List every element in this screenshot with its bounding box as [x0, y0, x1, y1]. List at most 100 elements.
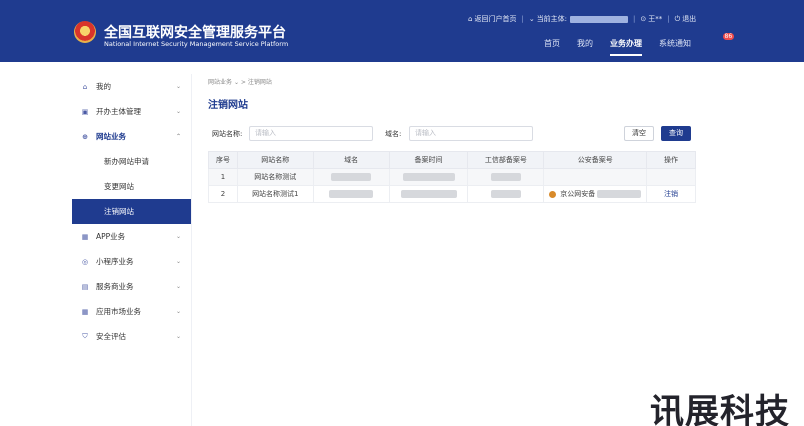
column-header: 网站名称: [236, 151, 314, 169]
sidebar-item-label: 安全评估: [96, 332, 126, 341]
record-time-cell: [388, 185, 469, 203]
nav-mine[interactable]: 我的: [577, 38, 593, 50]
column-header: 序号: [208, 151, 238, 169]
sidebar-subitem-new-website[interactable]: 新办网站申请: [72, 149, 191, 174]
police-record-cell: [543, 168, 648, 186]
domain-label: 域名:: [385, 130, 402, 138]
logout-link[interactable]: 退出: [682, 14, 696, 24]
chevron-down-icon: ⌄: [175, 308, 181, 315]
table-row: 1 网站名称测试: [208, 168, 696, 186]
table-header-row: 序号 网站名称 域名 备案时间 工信部备案号 公安备案号 操作: [208, 151, 696, 169]
main-nav: 首页 我的 业务办理 系统通知 86: [544, 33, 756, 56]
chevron-down-icon: ⌄: [175, 258, 181, 265]
masked-value: [490, 173, 521, 181]
masked-subject-value: [570, 15, 629, 23]
site-name-input[interactable]: [249, 126, 373, 141]
miniprogram-icon: ◎: [81, 257, 89, 266]
domain-cell: [312, 185, 390, 203]
top-header: 全国互联网安全管理服务平台 National Internet Security…: [0, 0, 804, 62]
chevron-down-icon: ⌄: [175, 83, 181, 90]
cancel-link[interactable]: 注销: [664, 190, 678, 198]
sidebar-item-appmarket-business[interactable]: ▦ 应用市场业务 ⌄: [72, 299, 191, 324]
sidebar-subitem-change-website[interactable]: 变更网站: [72, 174, 191, 199]
nav-home[interactable]: 首页: [544, 38, 560, 50]
website-table: 序号 网站名称 域名 备案时间 工信部备案号 公安备案号 操作 1 网站名称测试…: [208, 151, 696, 203]
column-header: 域名: [312, 151, 390, 169]
column-header: 公安备案号: [543, 151, 648, 169]
site-name-cell: 网站名称测试1: [236, 185, 314, 203]
police-record-cell: 京公网安备: [543, 185, 648, 203]
sidebar-item-label: 我的: [96, 82, 111, 91]
service-icon: ▤: [81, 282, 89, 291]
masked-value: [329, 190, 374, 198]
row-number: 1: [208, 168, 238, 186]
police-record-prefix: 京公网安备: [560, 190, 596, 198]
nav-notifications[interactable]: 系统通知 86: [659, 33, 739, 50]
sidebar-subitem-cancel-website[interactable]: 注销网站: [72, 199, 191, 224]
home-icon: ⌂: [468, 15, 473, 23]
domain-cell: [312, 168, 390, 186]
user-icon: ⊙: [640, 15, 647, 23]
nav-business[interactable]: 业务办理: [610, 38, 642, 56]
sidebar: ⌂ 我的 ⌄ ▣ 开办主体管理 ⌄ ⊕ 网站业务 ⌃ 新办网站申请 变更网站 注…: [72, 74, 192, 426]
home-icon: ⌂: [82, 82, 88, 91]
chevron-down-icon: ⌄: [175, 108, 181, 115]
portal-link[interactable]: 返回门户首页: [474, 14, 516, 24]
page-title: 注销网站: [208, 100, 248, 111]
user-name[interactable]: 王**: [648, 14, 662, 24]
sidebar-item-miniprogram-business[interactable]: ◎ 小程序业务 ⌄: [72, 249, 191, 274]
record-time-cell: [388, 168, 469, 186]
breadcrumb-current: 注销网站: [247, 79, 272, 86]
grid-icon: ▦: [81, 232, 89, 241]
police-badge-icon: [548, 190, 556, 198]
police-emblem-icon: [74, 21, 96, 43]
masked-value: [402, 173, 455, 181]
domain-input[interactable]: [409, 126, 533, 141]
sidebar-item-label: 开办主体管理: [96, 107, 141, 116]
masked-value: [597, 190, 642, 198]
sidebar-item-website-business[interactable]: ⊕ 网站业务 ⌃: [72, 124, 191, 149]
masked-value: [490, 190, 521, 198]
sidebar-item-label: 小程序业务: [96, 257, 134, 266]
clear-button[interactable]: 清空: [624, 126, 654, 141]
sidebar-item-label: APP业务: [96, 232, 126, 241]
chevron-up-icon: ⌃: [175, 133, 181, 140]
miit-record-cell: [467, 185, 545, 203]
divider: |: [667, 15, 670, 23]
column-header: 工信部备案号: [467, 151, 545, 169]
watermark-logo: 讯展科技: [650, 392, 790, 426]
chevron-down-icon: ⌄ >: [233, 79, 248, 86]
sidebar-item-mine[interactable]: ⌂ 我的 ⌄: [72, 74, 191, 99]
power-icon: ⏻: [674, 14, 681, 23]
sidebar-item-subject-management[interactable]: ▣ 开办主体管理 ⌄: [72, 99, 191, 124]
current-subject-label[interactable]: 当前主体:: [537, 14, 567, 24]
sidebar-item-security-assessment[interactable]: ⛉ 安全评估 ⌄: [72, 324, 191, 349]
table-row: 2 网站名称测试1 京公网安备 注销: [208, 185, 696, 203]
chevron-down-icon: ⌄: [175, 283, 181, 290]
miit-record-cell: [467, 168, 545, 186]
column-header: 操作: [646, 151, 696, 169]
breadcrumb-parent[interactable]: 网站业务: [208, 79, 232, 86]
sidebar-item-label: 服务商业务: [96, 282, 134, 291]
notification-badge: 86: [722, 33, 735, 40]
row-number: 2: [208, 185, 238, 203]
site-subtitle: National Internet Security Management Se…: [104, 40, 289, 48]
divider: |: [633, 15, 636, 23]
column-header: 备案时间: [388, 151, 469, 169]
top-links: ⌂ 返回门户首页 | ⌄ 当前主体: | ⊙ 王** | ⏻ 退出: [468, 14, 696, 24]
divider: |: [521, 15, 524, 23]
org-icon: ▣: [81, 107, 89, 116]
grid-icon: ▦: [81, 307, 89, 316]
chevron-down-icon: ⌄: [528, 15, 535, 23]
globe-icon: ⊕: [82, 132, 88, 141]
query-button[interactable]: 查询: [661, 126, 691, 141]
sidebar-item-service-business[interactable]: ▤ 服务商业务 ⌄: [72, 274, 191, 299]
chevron-down-icon: ⌄: [175, 233, 181, 240]
sidebar-item-label: 应用市场业务: [96, 307, 141, 316]
shield-icon: ⛉: [82, 332, 88, 340]
site-name-cell: 网站名称测试: [236, 168, 314, 186]
sidebar-item-app-business[interactable]: ▦ APP业务 ⌄: [72, 224, 191, 249]
chevron-down-icon: ⌄: [175, 333, 181, 340]
nav-notifications-label: 系统通知: [659, 39, 691, 48]
site-title: 全国互联网安全管理服务平台: [104, 25, 286, 41]
